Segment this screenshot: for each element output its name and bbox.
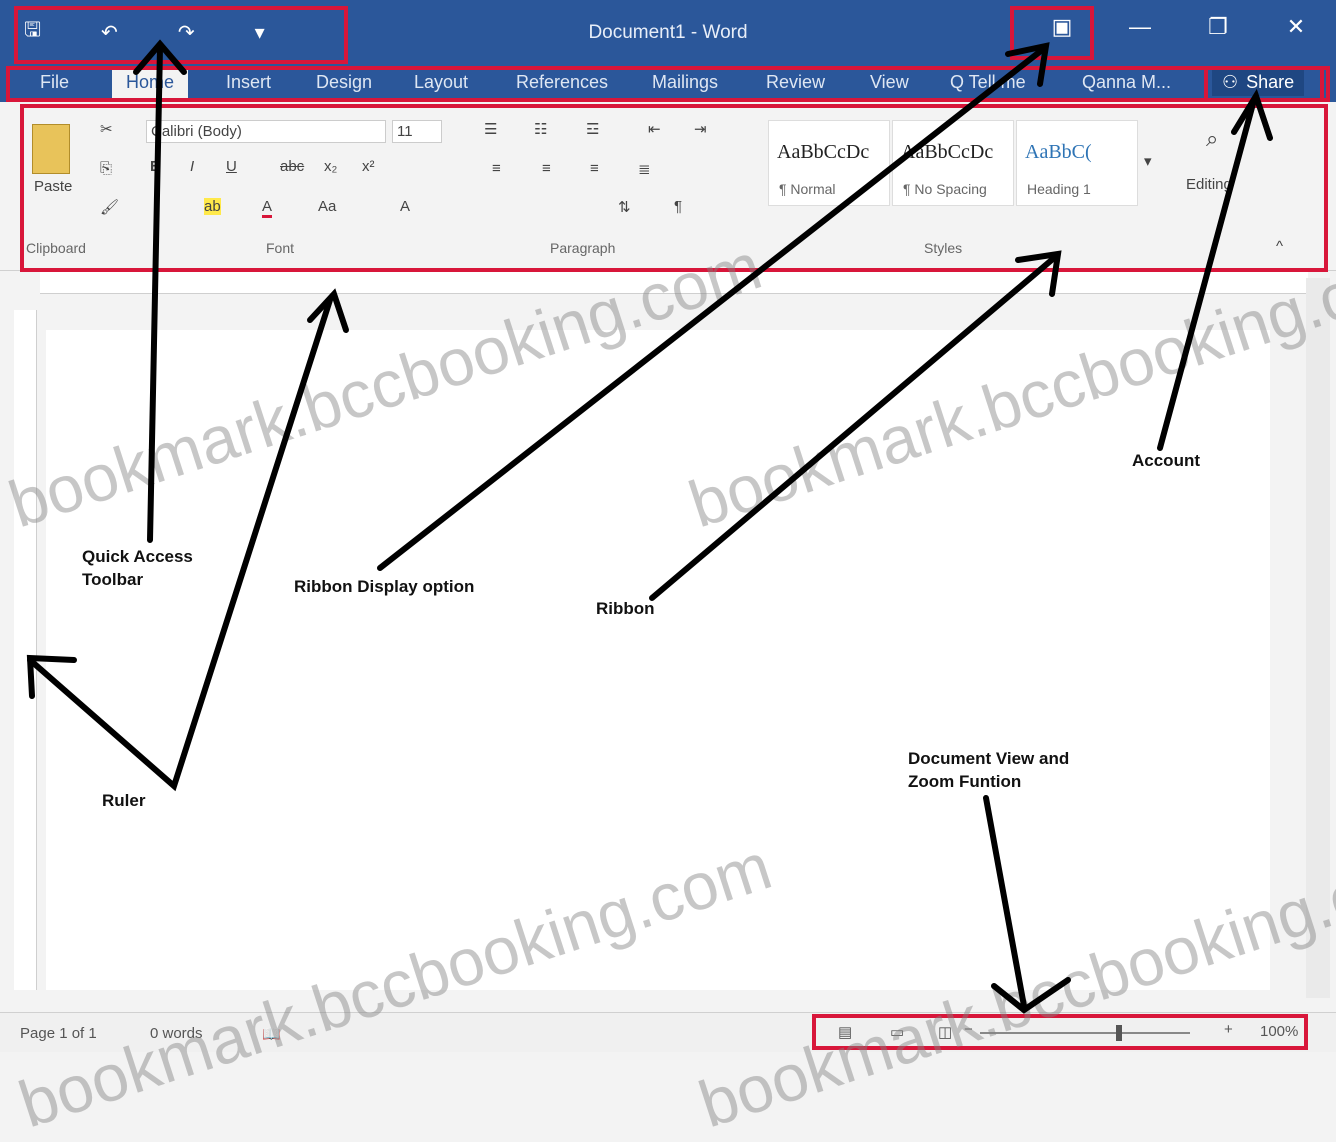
arrow-quick-access-toolbar bbox=[147, 45, 163, 543]
arrowhead bbox=[991, 977, 1071, 1014]
callout-quick-access-toolbar: Quick Access Toolbar bbox=[82, 547, 193, 589]
arrow-ruler bbox=[27, 297, 333, 792]
arrow-ribbon-display-option bbox=[377, 47, 1045, 571]
callout-ribbon-display-option: Ribbon Display option bbox=[294, 577, 475, 596]
arrow-account bbox=[1157, 97, 1257, 451]
callout-document-view-zoom: Document View and Zoom Funtion bbox=[908, 749, 1070, 791]
callout-ribbon: Ribbon bbox=[596, 599, 655, 618]
callout-account: Account bbox=[1132, 451, 1200, 470]
arrow-document-view-zoom bbox=[983, 795, 1027, 1009]
callout-ruler: Ruler bbox=[102, 791, 146, 810]
callout-arrows bbox=[26, 39, 1273, 1014]
